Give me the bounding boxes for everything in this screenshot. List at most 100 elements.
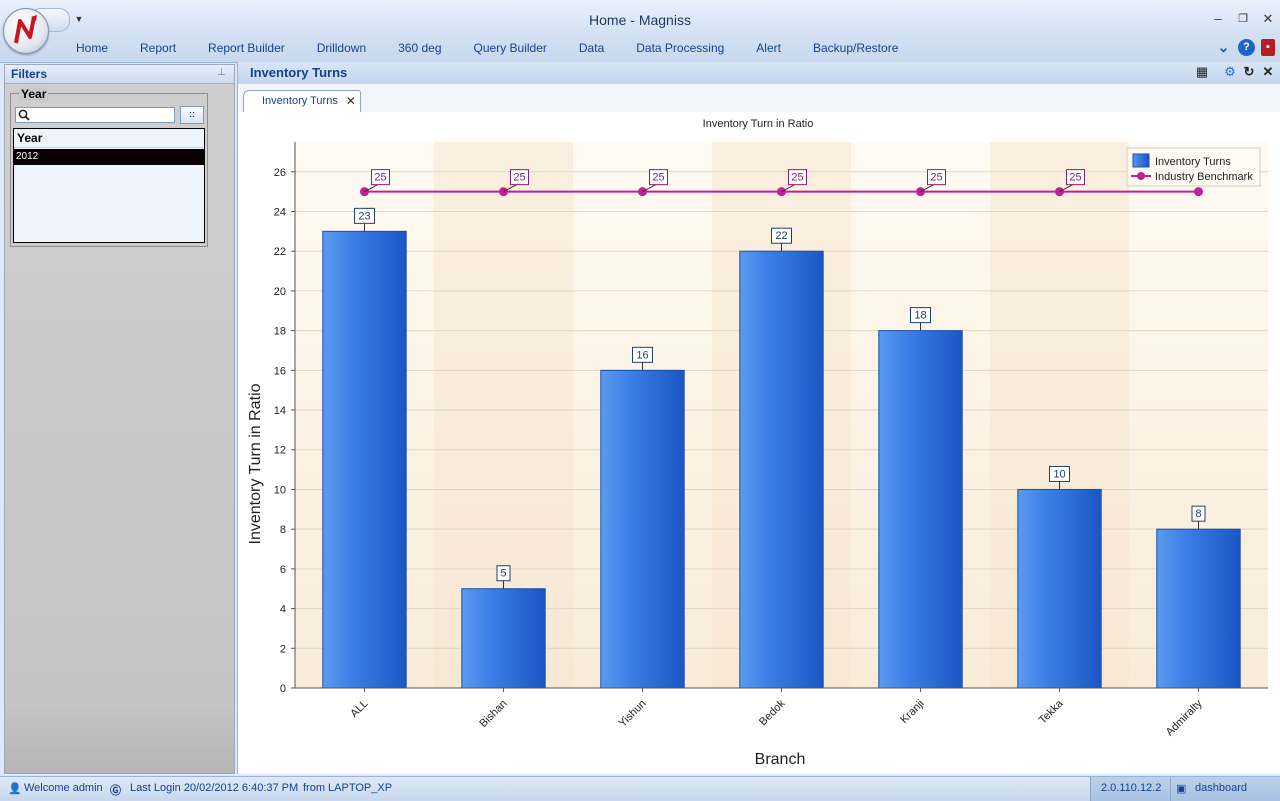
x-tick-label: Kranji: [898, 698, 926, 726]
pin-icon[interactable]: ⊥: [217, 67, 226, 78]
tab-inventory-turns[interactable]: Inventory Turns ✕: [243, 90, 361, 112]
filters-header: Filters ⊥: [5, 65, 234, 84]
benchmark-value-label: 25: [930, 172, 942, 184]
welcome-text: Welcome admin: [24, 782, 103, 794]
y-tick-label: 22: [274, 246, 286, 258]
y-tick-label: 26: [274, 167, 286, 179]
chart-legend: Inventory Turns Industry Benchmark: [1126, 147, 1261, 187]
year-browse-button[interactable]: ::: [180, 106, 204, 124]
x-tick-label: Tekka: [1037, 697, 1066, 726]
y-tick-label: 24: [274, 206, 286, 218]
legend-swatch-inventory: [1132, 153, 1150, 168]
chevron-down-icon[interactable]: ⌄: [1215, 39, 1232, 56]
benchmark-point[interactable]: [1194, 187, 1203, 197]
restore-icon[interactable]: ❐: [1232, 10, 1254, 28]
legend-swatch-benchmark-marker: [1137, 172, 1145, 180]
help-icon[interactable]: ?: [1238, 39, 1255, 56]
menu-data[interactable]: Data: [563, 40, 620, 58]
chart-settings-icon[interactable]: ⚙: [1223, 65, 1237, 79]
close-panel-icon[interactable]: ✕: [1261, 65, 1275, 79]
menu-drilldown[interactable]: Drilldown: [301, 40, 382, 58]
year-search-input[interactable]: [15, 107, 175, 123]
menu-query-builder[interactable]: Query Builder: [458, 40, 563, 58]
year-list: Year 2012: [13, 128, 205, 243]
bar-yishun[interactable]: [600, 369, 685, 689]
tab-strip: Inventory Turns ✕: [238, 84, 1280, 112]
bar-value-label: 18: [914, 310, 926, 322]
menu-360-deg[interactable]: 360 deg: [382, 40, 457, 58]
ribbon-menu: Home Report Report Builder Drilldown 360…: [60, 40, 914, 58]
refresh-icon[interactable]: ↻: [1242, 65, 1256, 79]
y-tick-label: 14: [274, 405, 286, 417]
menu-backup-restore[interactable]: Backup/Restore: [797, 40, 914, 58]
chart-title: Inventory Turn in Ratio: [703, 118, 814, 130]
filters-title: Filters: [11, 67, 48, 81]
bar-bedok[interactable]: [739, 250, 824, 689]
y-tick-label: 4: [280, 604, 286, 616]
filters-panel: Filters ⊥ Year :: Year 2012: [4, 64, 235, 774]
minimize-icon[interactable]: –: [1207, 10, 1229, 28]
bar-all[interactable]: [322, 230, 407, 689]
title-bar: ▼ Home - Magniss – ❐ ✕ Home Report Repor…: [0, 0, 1280, 63]
y-tick-label: 0: [280, 683, 286, 695]
menu-report-builder[interactable]: Report Builder: [192, 40, 301, 58]
y-tick-label: 20: [274, 286, 286, 298]
version-text: 2.0.110.12.2: [1101, 782, 1162, 794]
menu-home[interactable]: Home: [60, 40, 124, 58]
bar-value-label: 23: [358, 210, 370, 222]
year-group-label: Year: [19, 87, 49, 101]
legend-label-benchmark: Industry Benchmark: [1155, 171, 1253, 183]
user-icon: 👤: [8, 783, 22, 795]
x-tick-label: Bedok: [757, 697, 788, 728]
y-tick-label: 6: [280, 564, 286, 576]
login-icon: Ⓖ: [110, 785, 121, 797]
year-list-item[interactable]: 2012: [14, 149, 204, 165]
bar-admiralty[interactable]: [1156, 528, 1241, 689]
version-box: 2.0.110.12.2: [1090, 777, 1171, 801]
benchmark-value-label: 25: [1069, 172, 1081, 184]
close-window-icon[interactable]: ✕: [1257, 10, 1279, 28]
dashboard-box[interactable]: ▣ dashboard: [1170, 777, 1280, 801]
benchmark-value-label: 25: [791, 172, 803, 184]
y-tick-label: 10: [274, 484, 286, 496]
bar-value-label: 5: [500, 568, 506, 580]
main-panel: Inventory Turns ▦ ⚙ ↻ ✕ Inventory Turns …: [237, 62, 1280, 774]
dashboard-text: dashboard: [1195, 782, 1247, 794]
bar-value-label: 10: [1053, 468, 1065, 480]
grid-view-icon[interactable]: ▦: [1195, 65, 1209, 79]
benchmark-value-label: 25: [652, 172, 664, 184]
search-icon: [18, 109, 30, 121]
y-tick-label: 16: [274, 365, 286, 377]
year-filter-group: Year :: Year 2012: [10, 87, 208, 247]
bar-kranji[interactable]: [878, 330, 963, 689]
benchmark-value-label: 25: [513, 172, 525, 184]
window-title: Home - Magniss: [589, 12, 691, 28]
exit-icon[interactable]: ▪: [1261, 39, 1275, 56]
y-tick-label: 8: [280, 524, 286, 536]
x-tick-label: Admiralty: [1164, 697, 1205, 738]
y-tick-label: 18: [274, 326, 286, 338]
x-tick-label: ALL: [348, 698, 370, 720]
last-login-text: Last Login 20/02/2012 6:40:37 PM: [130, 782, 299, 794]
benchmark-value-label: 25: [374, 172, 386, 184]
page-title: Inventory Turns: [250, 65, 348, 80]
bar-value-label: 8: [1195, 508, 1201, 520]
menu-report[interactable]: Report: [124, 40, 192, 58]
y-axis-label: Inventory Turn in Ratio: [247, 383, 264, 544]
year-list-header: Year: [14, 129, 204, 148]
dashboard-icon: ▣: [1176, 783, 1187, 795]
login-from-text: from LAPTOP_XP: [303, 782, 393, 794]
main-header: Inventory Turns ▦ ⚙ ↻ ✕: [238, 62, 1280, 85]
menu-data-processing[interactable]: Data Processing: [620, 40, 740, 58]
legend-label-inventory: Inventory Turns: [1155, 156, 1231, 168]
inventory-chart: Inventory Turn in Ratio 23 5 16 22 18 10 8 25 2…: [247, 118, 1268, 768]
bar-bishan[interactable]: [461, 588, 546, 689]
x-axis-label: Branch: [755, 751, 806, 768]
x-tick-label: Yishun: [617, 698, 649, 730]
y-tick-label: 2: [280, 643, 286, 655]
bar-value-label: 16: [636, 349, 648, 361]
menu-alert[interactable]: Alert: [740, 40, 797, 58]
status-bar: 👤 Welcome admin Ⓖ Last Login 20/02/2012 …: [0, 776, 1280, 801]
bar-tekka[interactable]: [1017, 488, 1102, 689]
tab-close-icon[interactable]: ✕: [346, 91, 356, 112]
